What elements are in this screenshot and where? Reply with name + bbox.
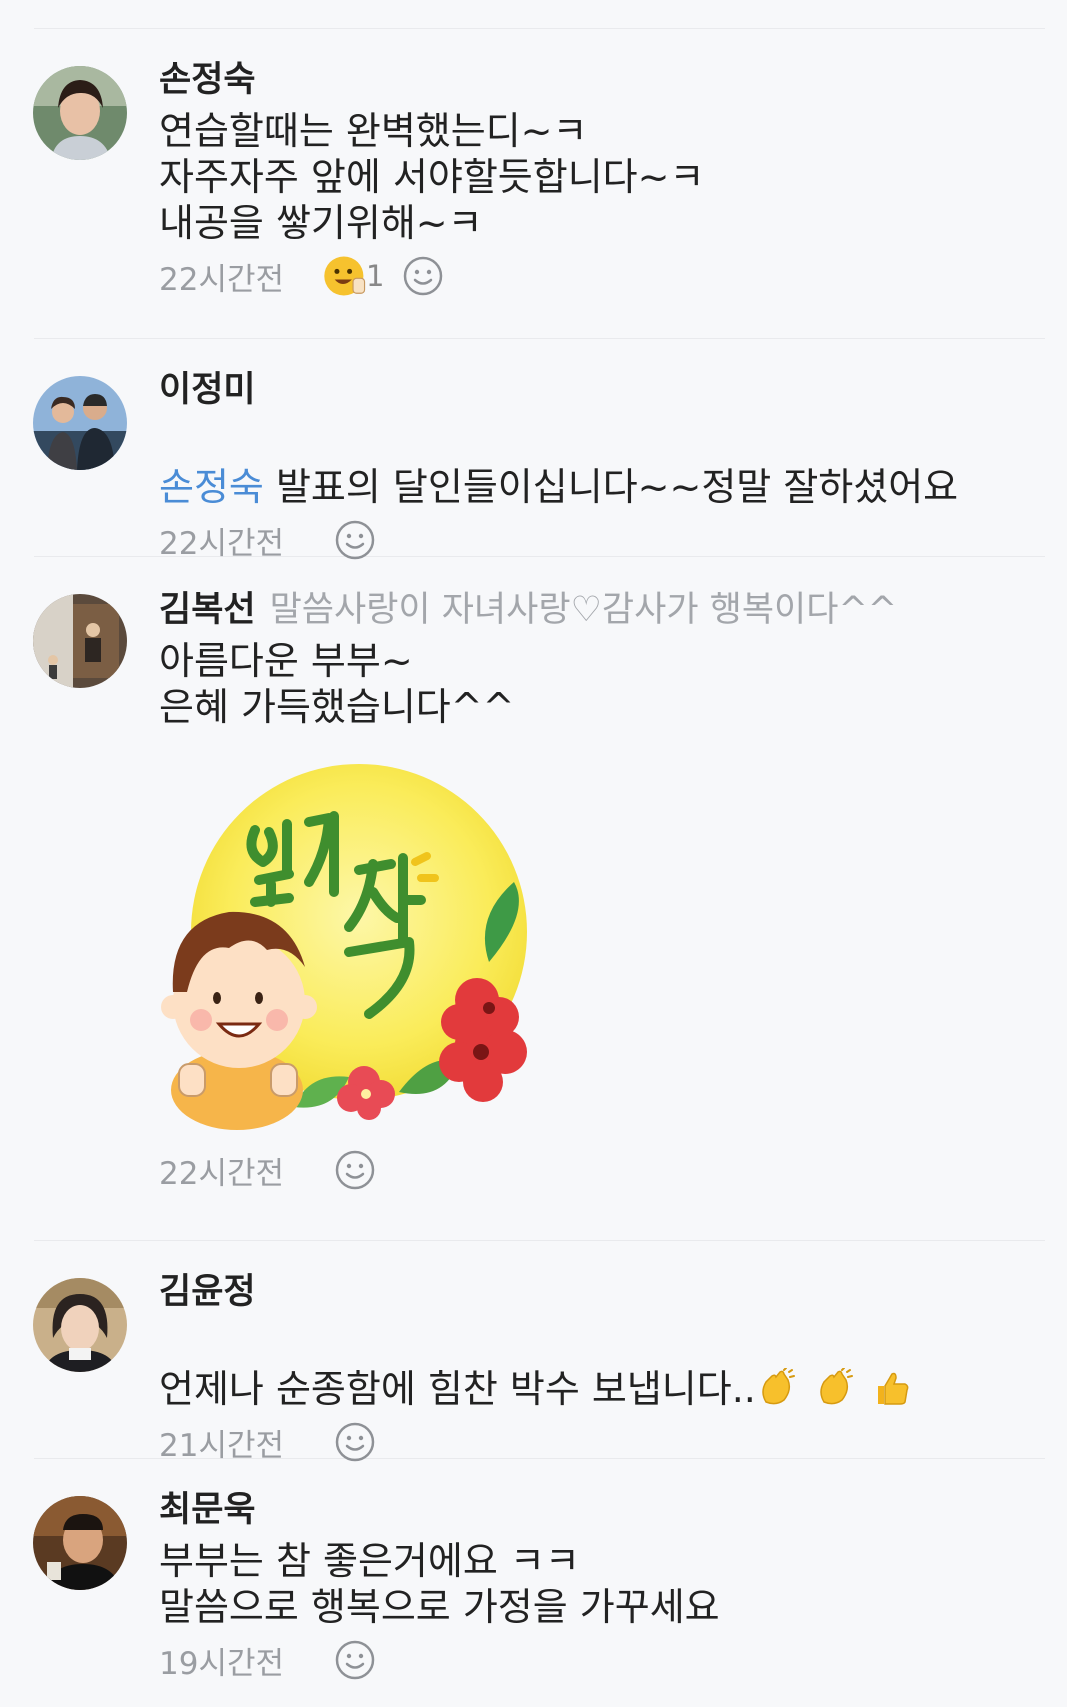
comment-meta: 22시간전 — [159, 1146, 1047, 1194]
add-reaction-icon[interactable] — [334, 1149, 376, 1191]
comment-text: 아름다운 부부~ 은혜 가득했습니다^^ — [159, 639, 515, 729]
timestamp: 22시간전 — [159, 261, 285, 298]
author-name[interactable]: 손정숙 — [159, 60, 1047, 100]
author-name[interactable]: 최문욱 — [159, 1490, 1047, 1530]
author-name: 김복선 말씀사랑이 자녀사랑♡감사가 행복이다^^ — [159, 590, 1047, 630]
avatar[interactable] — [33, 1496, 127, 1590]
clapping-hands-icon — [762, 1368, 795, 1405]
timestamp: 21시간전 — [159, 1427, 285, 1464]
sticker-thumbs-up-image[interactable] — [159, 752, 539, 1132]
add-reaction-icon[interactable] — [334, 1639, 376, 1681]
reaction-badge[interactable]: 1 — [322, 253, 384, 299]
comment-text: 언제나 순종함에 힘찬 박수 보냅니다.. — [159, 1320, 1047, 1412]
timestamp: 22시간전 — [159, 525, 285, 562]
add-reaction-icon[interactable] — [402, 255, 444, 297]
comment-text-content: 언제나 순종함에 힘찬 박수 보냅니다.. — [159, 1367, 756, 1411]
divider — [34, 338, 1045, 339]
add-reaction-icon[interactable] — [334, 519, 376, 561]
mention-link[interactable]: 손정숙 — [159, 465, 264, 509]
comment-meta: 19시간전 — [159, 1636, 1047, 1684]
timestamp: 19시간전 — [159, 1645, 285, 1682]
comment-meta: 22시간전 1 — [159, 252, 1047, 300]
avatar[interactable] — [33, 594, 127, 688]
avatar[interactable] — [33, 376, 127, 470]
comment-text: 연습할때는 완벽했는디~ㅋ 자주자주 앞에 서야할듯합니다~ㅋ 내공을 쌓기위해… — [159, 109, 705, 245]
divider — [34, 1240, 1045, 1241]
comment-meta: 22시간전 — [159, 516, 1047, 564]
divider — [34, 28, 1045, 29]
reaction-count: 1 — [366, 259, 385, 293]
author-name[interactable]: 김윤정 — [159, 1272, 1047, 1312]
comment-text: 부부는 참 좋은거에요 ㅋㅋ 말씀으로 행복으로 가정을 가꾸세요 — [159, 1539, 720, 1629]
author-bio: 말씀사랑이 자녀사랑♡감사가 행복이다^^ — [269, 590, 898, 630]
author-name[interactable]: 이정미 — [159, 370, 1047, 410]
comment-text-content: 발표의 달인들이십니다~~정말 잘하셨어요 — [263, 465, 959, 509]
thumbs-up-icon — [877, 1372, 909, 1405]
add-reaction-icon[interactable] — [334, 1421, 376, 1463]
clapping-hands-icon — [820, 1368, 853, 1405]
timestamp: 22시간전 — [159, 1155, 285, 1192]
grinning-thumbs-up-icon — [324, 256, 366, 296]
author-name-text[interactable]: 김복선 — [159, 590, 256, 630]
avatar[interactable] — [33, 1278, 127, 1372]
comment-meta: 21시간전 — [159, 1418, 1047, 1466]
comment-text: 손정숙 발표의 달인들이십니다~~정말 잘하셨어요 — [159, 418, 1047, 510]
avatar[interactable] — [33, 66, 127, 160]
